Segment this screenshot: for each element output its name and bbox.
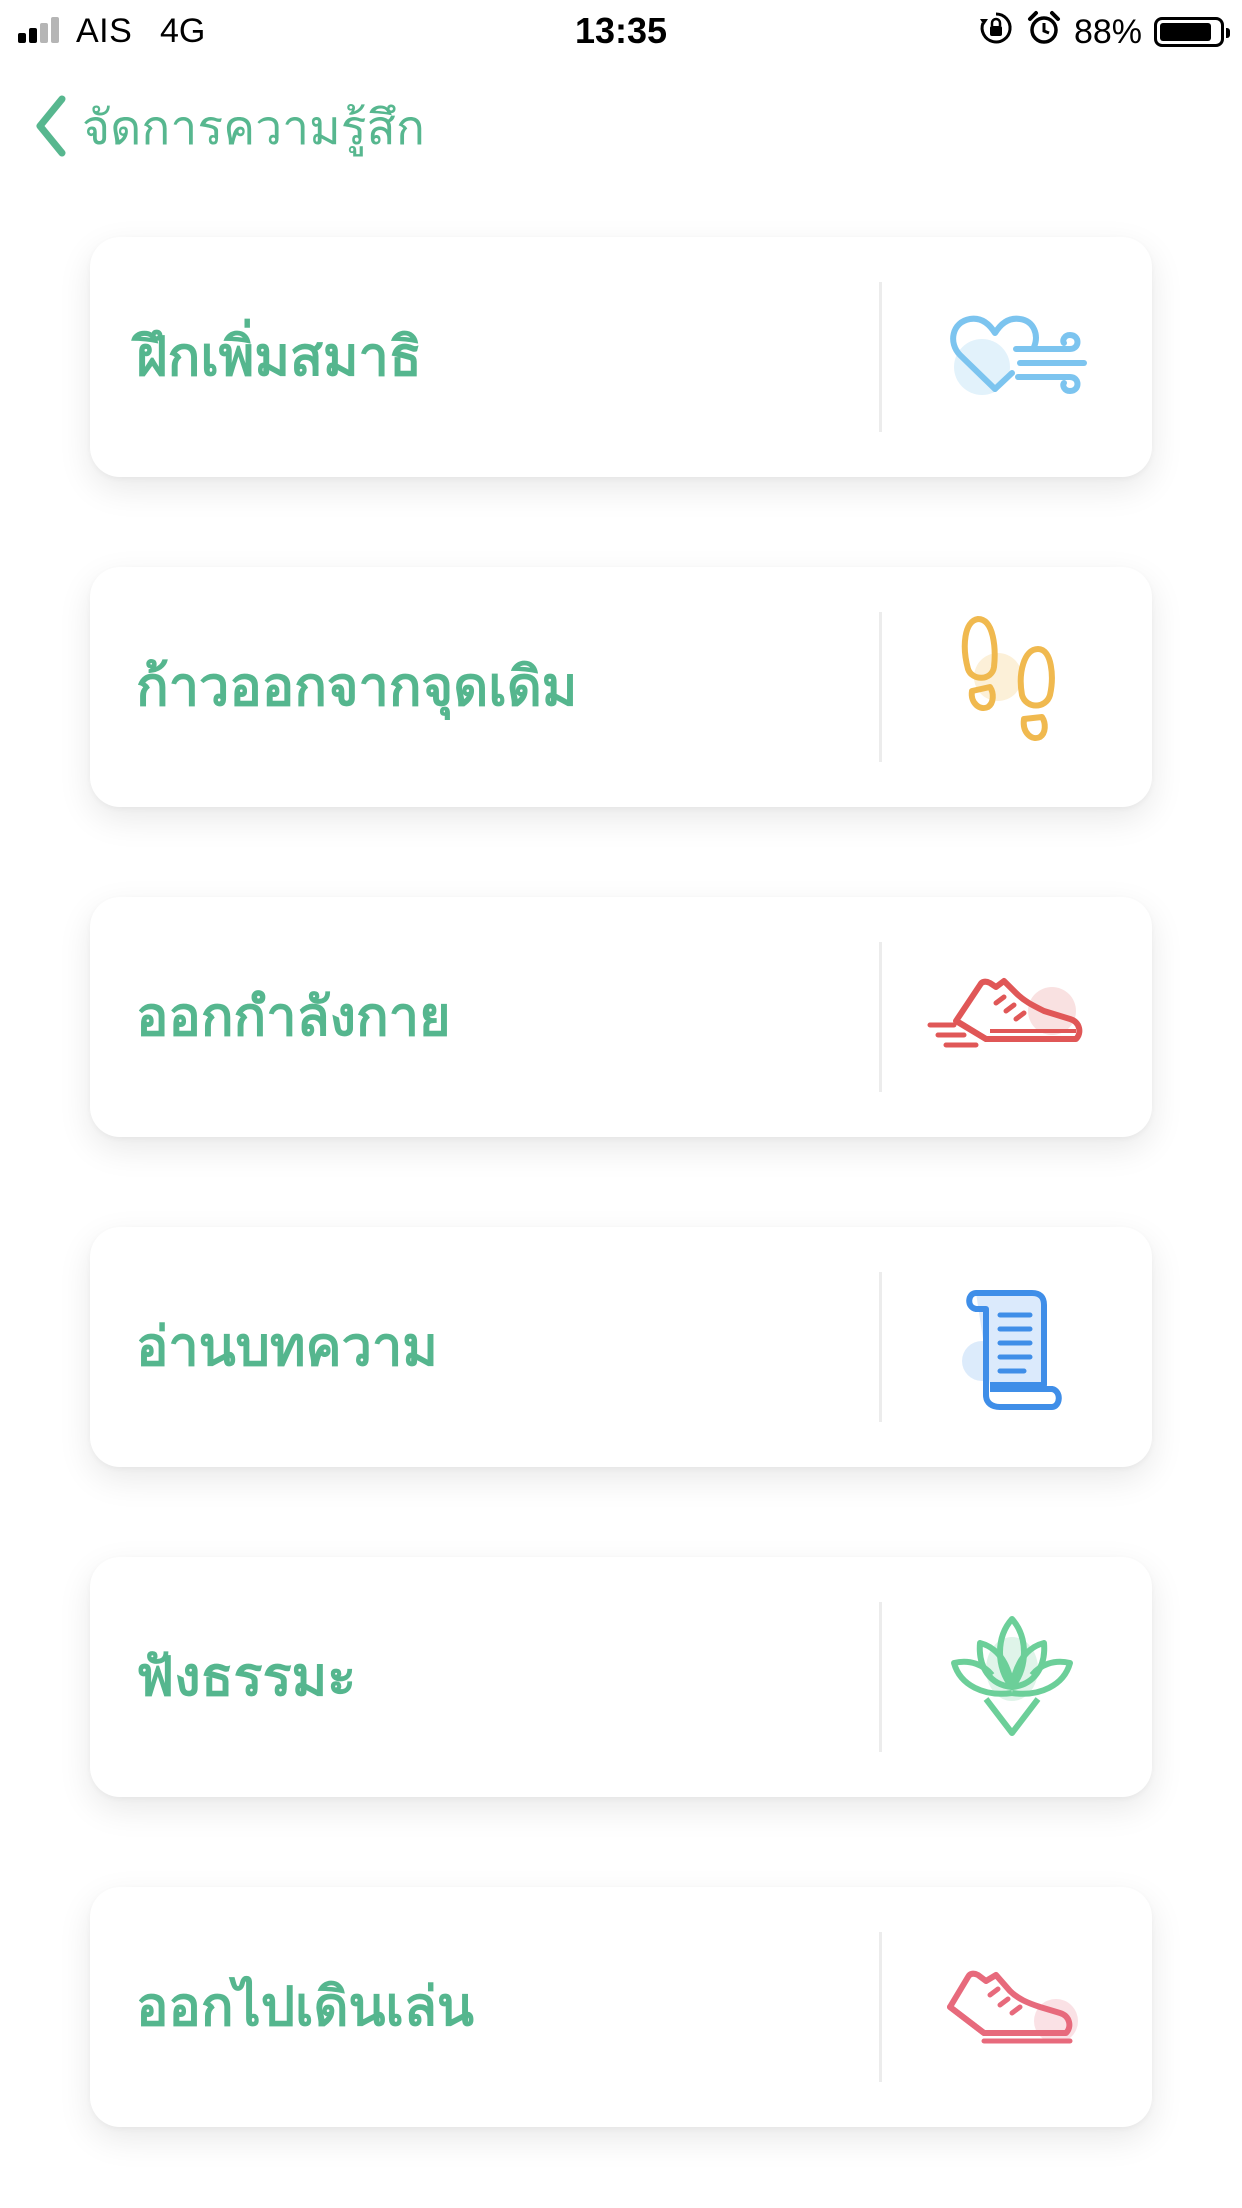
scroll-icon xyxy=(920,1267,1100,1427)
lotus-icon xyxy=(920,1597,1100,1757)
divider xyxy=(879,1602,882,1752)
running-shoe-icon xyxy=(920,937,1100,1097)
chevron-left-icon xyxy=(30,91,82,165)
card-label: ฟังธรรมะ xyxy=(136,1645,357,1708)
card-step-out[interactable]: ก้าวออกจากจุดเดิม xyxy=(90,567,1152,807)
card-label: อ่านบทความ xyxy=(136,1315,438,1378)
screen: AIS 4G 13:35 88% จัดการความรู้สึก ฝึกเพิ… xyxy=(0,0,1242,2208)
card-meditation[interactable]: ฝึกเพิ่มสมาธิ xyxy=(90,237,1152,477)
battery-nub xyxy=(1226,28,1230,38)
battery-icon xyxy=(1154,17,1230,47)
card-go-for-walk[interactable]: ออกไปเดินเล่น xyxy=(90,1887,1152,2127)
card-label: ฝึกเพิ่มสมาธิ xyxy=(136,325,422,388)
divider xyxy=(879,1932,882,2082)
activity-list: ฝึกเพิ่มสมาธิ ก้าวออกจากจุดเดิม ออกกำลัง… xyxy=(90,237,1152,2208)
divider xyxy=(879,942,882,1092)
divider xyxy=(879,1272,882,1422)
status-right: 88% xyxy=(978,10,1230,55)
divider xyxy=(879,282,882,432)
orientation-lock-icon xyxy=(978,10,1014,55)
card-label: ก้าวออกจากจุดเดิม xyxy=(136,655,578,718)
card-read-article[interactable]: อ่านบทความ xyxy=(90,1227,1152,1467)
heart-breath-icon xyxy=(920,277,1100,437)
card-exercise[interactable]: ออกกำลังกาย xyxy=(90,897,1152,1137)
page-title: จัดการความรู้สึก xyxy=(82,100,425,156)
status-bar: AIS 4G 13:35 88% xyxy=(0,0,1242,62)
footsteps-icon xyxy=(920,607,1100,767)
card-label: ออกไปเดินเล่น xyxy=(136,1975,474,2038)
battery-fill xyxy=(1160,23,1211,41)
sneaker-icon xyxy=(920,1927,1100,2087)
battery-percent: 88% xyxy=(1073,12,1142,51)
divider xyxy=(879,612,882,762)
card-listen-dharma[interactable]: ฟังธรรมะ xyxy=(90,1557,1152,1797)
alarm-icon xyxy=(1026,10,1062,55)
back-button[interactable]: จัดการความรู้สึก xyxy=(30,88,425,168)
card-label: ออกกำลังกาย xyxy=(136,985,451,1048)
